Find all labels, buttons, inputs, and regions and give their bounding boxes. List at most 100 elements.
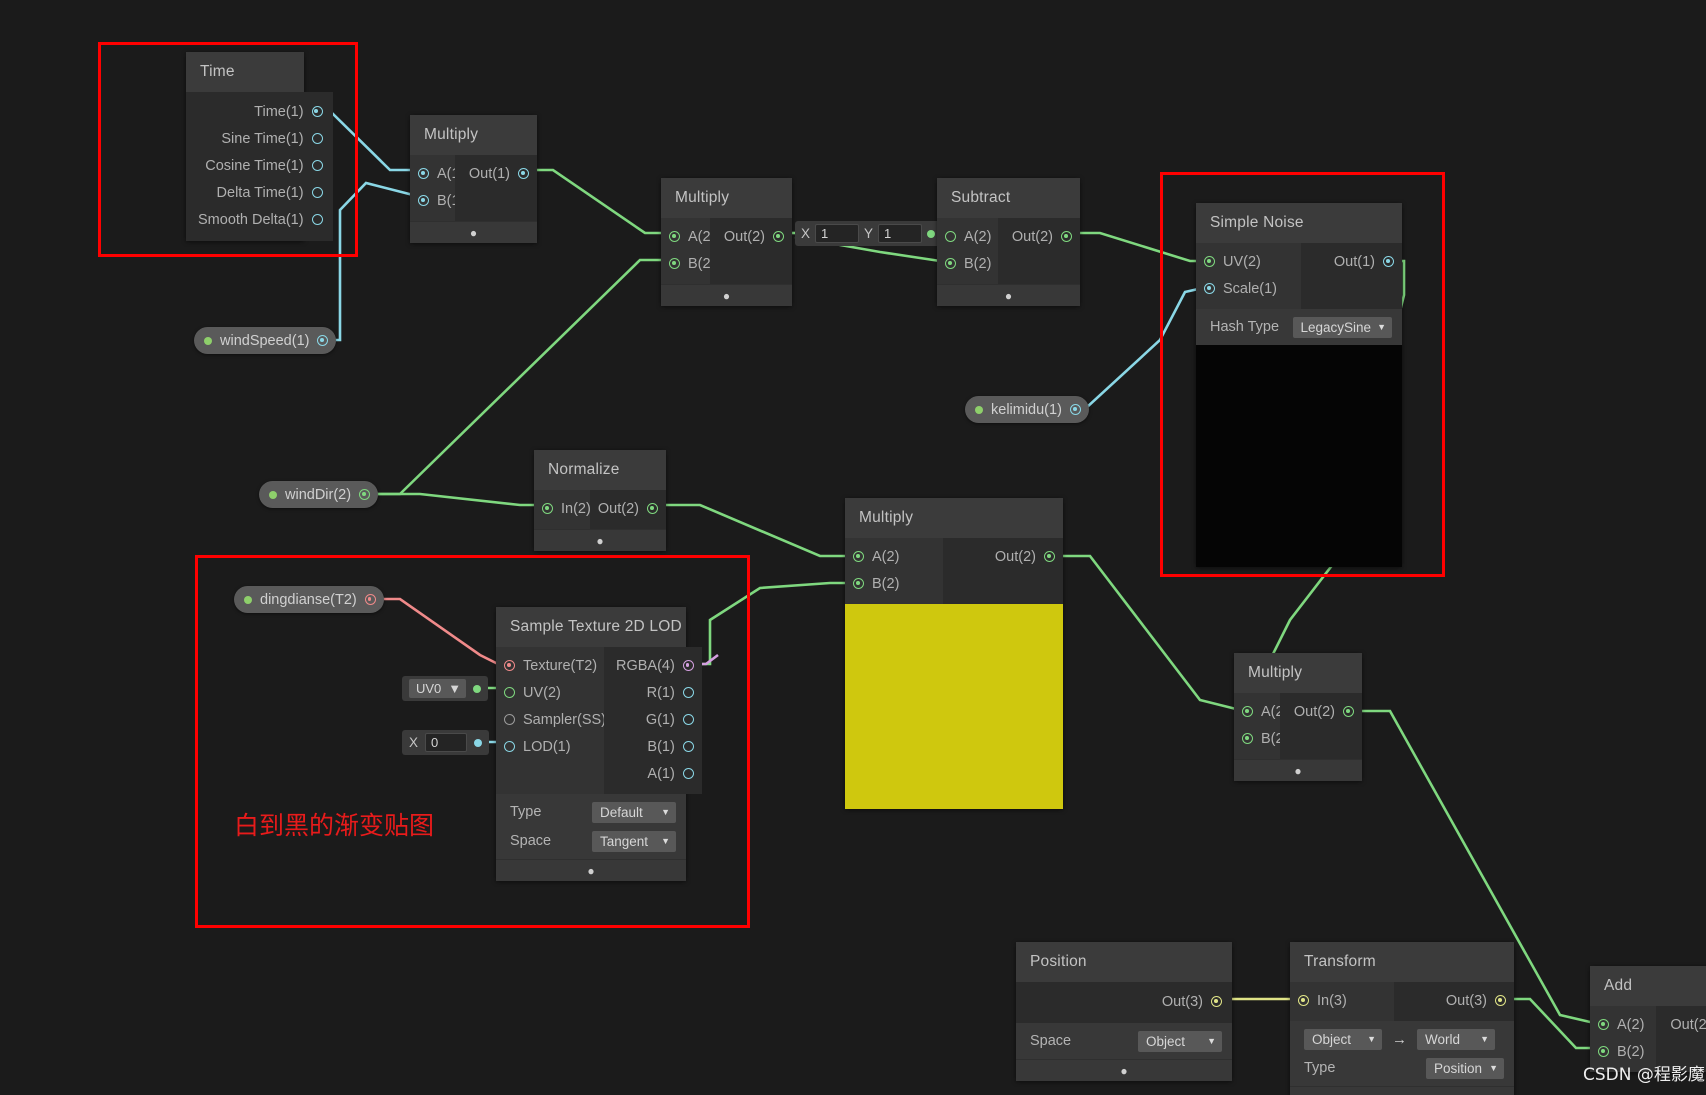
port-dot-b[interactable] — [1242, 733, 1253, 744]
to-space-dropdown[interactable]: World ▼ — [1417, 1028, 1495, 1050]
port-dot-time[interactable] — [311, 106, 323, 117]
node-sample-texture-2d-lod[interactable]: Sample Texture 2D LOD Texture(T2) UV(2) … — [496, 607, 702, 881]
node-collapse-toggle[interactable]: ⦁ — [937, 284, 1080, 306]
space-dropdown[interactable]: Object ▼ — [1138, 1030, 1222, 1052]
port-row[interactable]: Out(3) — [1446, 990, 1506, 1011]
port-dot-rgba[interactable] — [682, 660, 694, 671]
node-transform[interactable]: Transform In(3) Out(3) Object ▼ → World … — [1290, 942, 1514, 1095]
node-collapse-toggle[interactable]: ⦁ — [661, 284, 792, 306]
uv-widget-output-dot[interactable] — [473, 684, 482, 693]
port-row[interactable]: B(1) — [647, 736, 694, 757]
setting-row-type[interactable]: Type Default ▼ — [510, 801, 676, 823]
port-row[interactable]: In(2) — [542, 498, 591, 519]
port-dot-out[interactable] — [1069, 404, 1081, 415]
lod-x-input[interactable]: 0 — [425, 733, 468, 752]
port-dot-a[interactable] — [945, 231, 956, 242]
port-dot-out[interactable] — [1495, 995, 1506, 1006]
setting-row-space[interactable]: Space Object ▼ — [1030, 1030, 1222, 1052]
port-row[interactable]: RGBA(4) — [616, 655, 694, 676]
port-dot-b[interactable] — [853, 578, 864, 589]
port-dot-lod[interactable] — [504, 741, 515, 752]
port-row[interactable]: Sampler(SS) — [504, 709, 606, 730]
port-row[interactable]: Texture(T2) — [504, 655, 597, 676]
port-dot-smooth-delta[interactable] — [311, 214, 323, 225]
port-row[interactable]: Smooth Delta(1) — [198, 209, 323, 230]
port-row[interactable]: A(1) — [647, 763, 694, 784]
setting-row-type[interactable]: Type Position ▼ — [1304, 1057, 1504, 1079]
node-position[interactable]: Position Out(3) Space Object ▼ ⦁ — [1016, 942, 1232, 1081]
property-node-winddir[interactable]: windDir(2) — [259, 481, 379, 508]
port-dot-a[interactable] — [418, 168, 429, 179]
port-row[interactable]: Delta Time(1) — [217, 182, 323, 203]
port-dot-out[interactable] — [1044, 551, 1055, 562]
port-row[interactable]: Out(2) — [1294, 701, 1354, 722]
port-row[interactable]: G(1) — [646, 709, 694, 730]
setting-row-hash-type[interactable]: Hash Type LegacySine ▼ — [1210, 316, 1392, 338]
space-dropdown[interactable]: Tangent ▼ — [592, 830, 676, 852]
port-dot-out[interactable] — [773, 231, 784, 242]
port-dot-a[interactable] — [853, 551, 864, 562]
property-node-kelimidu[interactable]: kelimidu(1) — [965, 396, 1089, 423]
uv-channel-widget[interactable]: UV0 ▼ — [402, 676, 489, 701]
vector2-x-input[interactable]: 1 — [815, 224, 860, 243]
node-normalize[interactable]: Normalize In(2) Out(2) ⦁ — [534, 450, 666, 551]
type-dropdown[interactable]: Default ▼ — [592, 801, 676, 823]
vector2-y-input[interactable]: 1 — [878, 224, 923, 243]
port-row[interactable]: UV(2) — [504, 682, 592, 703]
setting-row-spaces[interactable]: Object ▼ → World ▼ — [1304, 1028, 1504, 1050]
port-dot-out[interactable] — [1343, 706, 1354, 717]
node-multiply-1[interactable]: Multiply A(1) B(1) Out(1) ⦁ — [410, 115, 537, 243]
port-row[interactable]: Out(2) — [724, 226, 784, 247]
node-time[interactable]: Time Time(1) Sine Time(1) Cosine Time(1)… — [186, 52, 333, 241]
node-multiply-3[interactable]: Multiply A(2) B(2) Out(2) — [845, 498, 1063, 809]
port-row[interactable]: A(2) — [853, 546, 931, 567]
port-row[interactable]: Out(1) — [469, 163, 529, 184]
node-collapse-toggle[interactable]: ⦁ — [410, 221, 537, 243]
port-row[interactable]: Out(2) — [995, 546, 1055, 567]
port-row[interactable]: A(2) — [1598, 1014, 1644, 1035]
port-row[interactable]: A(1) — [418, 163, 464, 184]
port-dot-out[interactable] — [1383, 256, 1394, 267]
port-row[interactable]: A(2) — [669, 226, 715, 247]
port-dot-in[interactable] — [1298, 995, 1309, 1006]
port-dot-g[interactable] — [682, 714, 694, 725]
port-dot-cosine-time[interactable] — [311, 160, 323, 171]
port-dot-sampler[interactable] — [504, 714, 515, 725]
port-row[interactable]: Sine Time(1) — [221, 128, 323, 149]
port-dot-scale[interactable] — [1204, 283, 1215, 294]
from-space-dropdown[interactable]: Object ▼ — [1304, 1028, 1382, 1050]
lod-value-widget[interactable]: X 0 — [402, 730, 490, 755]
port-row[interactable]: B(2) — [853, 573, 931, 594]
port-row[interactable]: Out(2) — [1012, 226, 1072, 247]
port-row[interactable]: LOD(1) — [504, 736, 592, 757]
port-row[interactable]: Out(1) — [1334, 251, 1394, 272]
port-row[interactable]: In(3) — [1298, 990, 1382, 1011]
port-dot-a[interactable] — [669, 231, 680, 242]
lod-widget-output-dot[interactable] — [474, 738, 483, 747]
node-multiply-2[interactable]: Multiply A(2) B(2) Out(2) ⦁ — [661, 178, 792, 306]
port-dot-b[interactable] — [1598, 1046, 1609, 1057]
port-dot-a[interactable] — [1598, 1019, 1609, 1030]
port-dot-b[interactable] — [418, 195, 429, 206]
property-node-dingdianse[interactable]: dingdianse(T2) — [234, 586, 384, 613]
node-subtract[interactable]: Subtract A(2) B(2) Out(2) ⦁ — [937, 178, 1080, 306]
port-dot-texture[interactable] — [504, 660, 515, 671]
vector2-inline-field[interactable]: X 1 Y 1 — [795, 221, 943, 246]
port-dot-uv[interactable] — [504, 687, 515, 698]
port-dot-uv[interactable] — [1204, 256, 1215, 267]
port-row[interactable]: Out(2) — [598, 498, 658, 519]
port-row[interactable]: Time(1) — [254, 101, 323, 122]
port-row[interactable]: UV(2) — [1204, 251, 1289, 272]
port-dot-b[interactable] — [945, 258, 956, 269]
vector2-output-dot[interactable] — [927, 229, 936, 238]
port-dot-out[interactable] — [647, 503, 658, 514]
port-row[interactable]: B(2) — [1598, 1041, 1644, 1062]
port-dot-b[interactable] — [669, 258, 680, 269]
property-node-windspeed[interactable]: windSpeed(1) — [194, 327, 337, 354]
port-dot-out[interactable] — [1061, 231, 1072, 242]
port-row[interactable]: A(2) — [945, 226, 991, 247]
shader-graph-canvas[interactable]: Time Time(1) Sine Time(1) Cosine Time(1)… — [0, 0, 1706, 1095]
type-dropdown[interactable]: Position ▼ — [1426, 1057, 1504, 1079]
uv-channel-dropdown[interactable]: UV0 ▼ — [409, 679, 467, 698]
port-dot-out[interactable] — [518, 168, 529, 179]
